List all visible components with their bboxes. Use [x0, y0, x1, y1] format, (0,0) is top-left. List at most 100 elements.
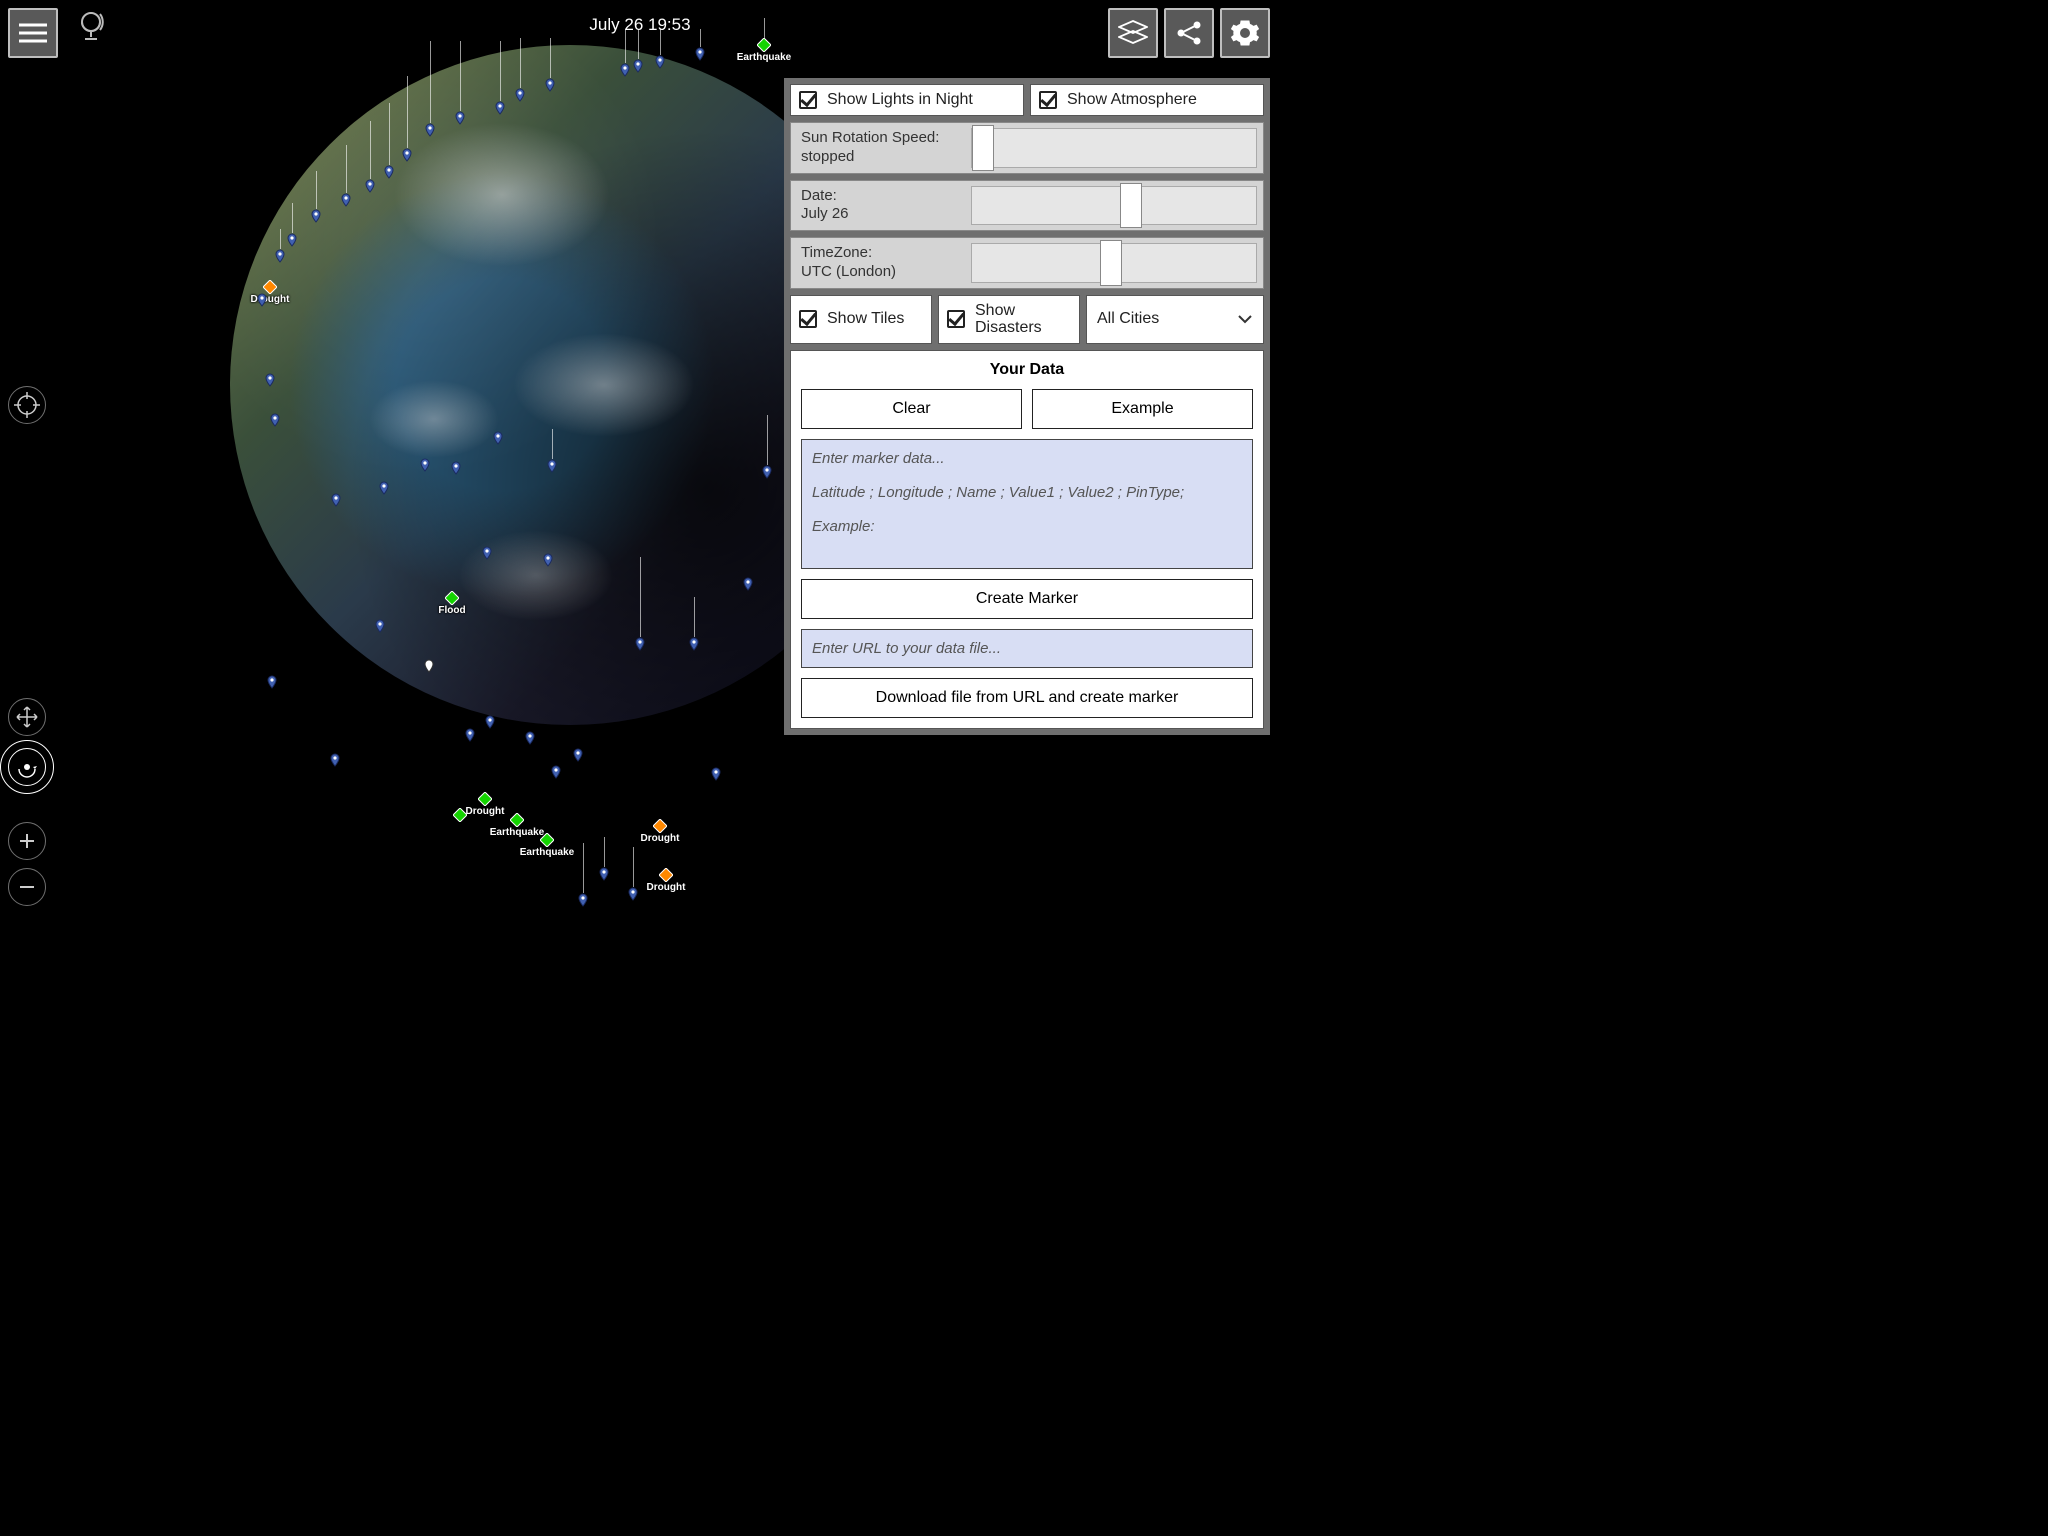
cities-select[interactable]: All Cities	[1086, 295, 1264, 344]
map-pin[interactable]	[265, 675, 279, 689]
slider-date[interactable]: Date: July 26	[790, 180, 1264, 232]
gear-icon	[1230, 18, 1260, 48]
map-pin[interactable]	[483, 715, 497, 729]
map-pin[interactable]	[255, 293, 269, 307]
map-pin[interactable]	[543, 78, 557, 92]
slider-thumb[interactable]	[1120, 183, 1142, 229]
checkbox-icon	[799, 91, 817, 109]
map-pin[interactable]: Earthquake	[757, 38, 771, 52]
map-pin[interactable]	[382, 165, 396, 179]
map-pin[interactable]	[541, 553, 555, 567]
map-pin[interactable]: Flood	[445, 591, 459, 605]
map-pin[interactable]	[400, 148, 414, 162]
checkbox-icon	[947, 310, 965, 328]
map-pin[interactable]	[423, 123, 437, 137]
menu-button[interactable]	[8, 8, 58, 58]
map-pin[interactable]: Drought	[263, 280, 277, 294]
map-pin[interactable]	[285, 233, 299, 247]
slider-thumb[interactable]	[972, 125, 994, 171]
map-pin[interactable]	[480, 546, 494, 560]
slider-track[interactable]	[971, 243, 1257, 283]
toggle-show-lights[interactable]: Show Lights in Night	[790, 84, 1024, 116]
map-pin[interactable]	[373, 619, 387, 633]
map-pin[interactable]	[597, 867, 611, 881]
slider-track[interactable]	[971, 186, 1257, 226]
slider-timezone[interactable]: TimeZone: UTC (London)	[790, 237, 1264, 289]
map-pin[interactable]	[571, 748, 585, 762]
pan-button[interactable]	[8, 698, 46, 736]
zoom-out-button[interactable]	[8, 868, 46, 906]
data-url-input[interactable]: Enter URL to your data file...	[801, 629, 1253, 668]
map-pin[interactable]	[329, 493, 343, 507]
map-pin[interactable]	[493, 101, 507, 115]
checkbox-icon	[1039, 91, 1057, 109]
toggle-show-tiles[interactable]: Show Tiles	[790, 295, 932, 344]
slider-thumb[interactable]	[1100, 240, 1122, 286]
settings-button[interactable]	[1220, 8, 1270, 58]
map-pin[interactable]	[309, 209, 323, 223]
share-button[interactable]	[1164, 8, 1214, 58]
map-pin[interactable]	[491, 431, 505, 445]
layers-icon	[1118, 20, 1148, 46]
hamburger-icon	[19, 23, 47, 43]
card-title: Your Data	[801, 361, 1253, 379]
map-pin[interactable]: Drought	[653, 819, 667, 833]
rotate-icon	[15, 755, 39, 779]
example-button[interactable]: Example	[1032, 389, 1253, 429]
minus-icon	[18, 878, 36, 896]
map-pin[interactable]: Drought	[659, 868, 673, 882]
map-pin[interactable]	[453, 111, 467, 125]
map-pin[interactable]: Earthquake	[540, 833, 554, 847]
toggle-show-disasters[interactable]: Show Disasters	[938, 295, 1080, 344]
toggle-show-atmosphere[interactable]: Show Atmosphere	[1030, 84, 1264, 116]
map-pin[interactable]	[263, 373, 277, 387]
marker-data-input[interactable]: Enter marker data... Latitude ; Longitud…	[801, 439, 1253, 569]
map-pin[interactable]	[549, 765, 563, 779]
toggle-label: Show Tiles	[827, 310, 904, 328]
map-pin[interactable]	[576, 893, 590, 907]
globe-stand-button[interactable]	[74, 8, 110, 44]
create-marker-button[interactable]: Create Marker	[801, 579, 1253, 619]
map-pin[interactable]	[268, 413, 282, 427]
map-pin[interactable]: Earthquake	[510, 813, 524, 827]
map-pin[interactable]	[631, 59, 645, 73]
map-pin[interactable]	[523, 731, 537, 745]
rotate-button[interactable]	[8, 748, 46, 786]
map-pin[interactable]	[363, 179, 377, 193]
map-pin[interactable]	[377, 481, 391, 495]
map-pin[interactable]	[418, 458, 432, 472]
map-pin[interactable]	[273, 249, 287, 263]
crosshair-icon	[14, 392, 40, 418]
map-pin[interactable]	[741, 577, 755, 591]
datetime-display: July 26 19:53	[589, 15, 690, 35]
locate-button[interactable]	[8, 386, 46, 424]
map-pin[interactable]	[709, 767, 723, 781]
map-pin[interactable]	[449, 461, 463, 475]
map-pin[interactable]	[693, 47, 707, 61]
chevron-down-icon	[1237, 314, 1253, 324]
slider-track[interactable]	[971, 128, 1257, 168]
slider-label: Sun Rotation Speed: stopped	[791, 123, 971, 173]
map-pin[interactable]	[339, 193, 353, 207]
select-value: All Cities	[1097, 310, 1159, 328]
toggle-label: Show Atmosphere	[1067, 91, 1197, 109]
map-pin[interactable]: Drought	[478, 792, 492, 806]
map-pin[interactable]	[422, 659, 436, 673]
map-pin[interactable]	[513, 88, 527, 102]
map-pin[interactable]	[328, 753, 342, 767]
map-pin[interactable]	[687, 637, 701, 651]
map-pin[interactable]	[545, 459, 559, 473]
zoom-in-button[interactable]	[8, 822, 46, 860]
clear-button[interactable]: Clear	[801, 389, 1022, 429]
download-url-button[interactable]: Download file from URL and create marker	[801, 678, 1253, 718]
slider-sun-speed[interactable]: Sun Rotation Speed: stopped	[790, 122, 1264, 174]
map-pin[interactable]	[633, 637, 647, 651]
layers-button[interactable]	[1108, 8, 1158, 58]
map-pin[interactable]	[760, 465, 774, 479]
map-pin[interactable]	[463, 728, 477, 742]
map-pin[interactable]	[626, 887, 640, 901]
toggle-label: Show Lights in Night	[827, 91, 973, 109]
map-pin[interactable]	[453, 808, 467, 822]
map-pin[interactable]	[653, 55, 667, 69]
map-pin[interactable]	[618, 63, 632, 77]
